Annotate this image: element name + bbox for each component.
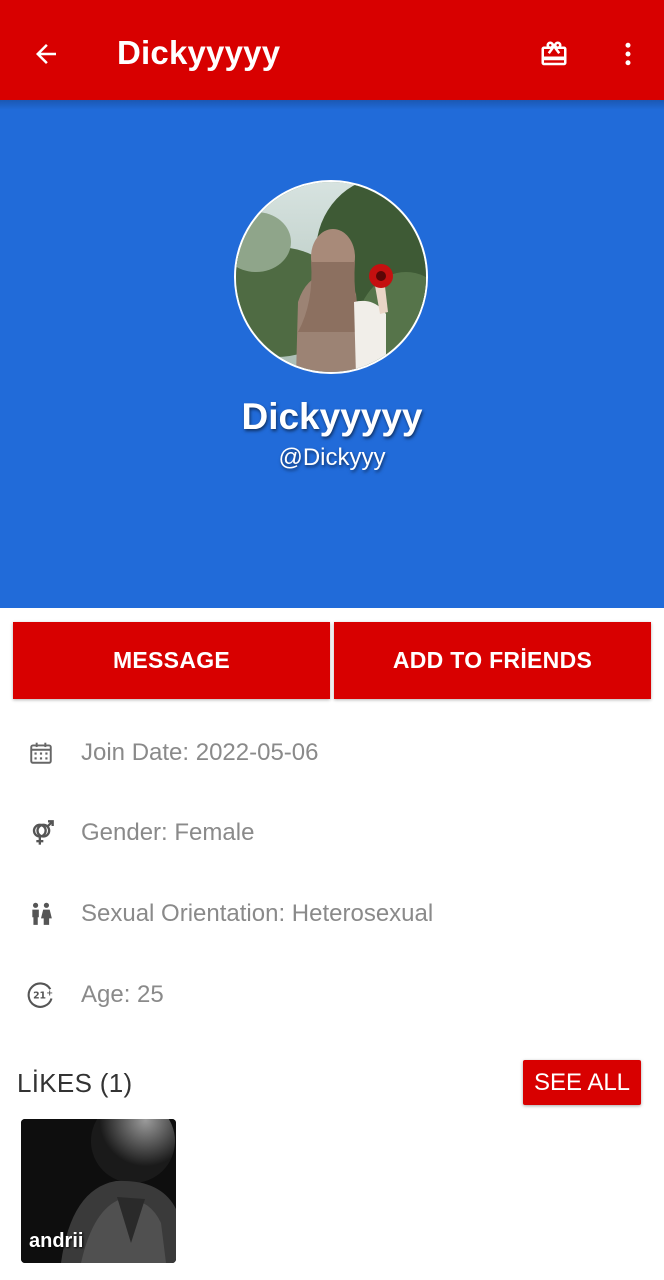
calendar-icon [26,738,56,768]
svg-text:21: 21 [33,991,46,1002]
gender-text: Gender: Female [81,819,255,846]
couple-icon [26,899,56,929]
arrow-left-icon [36,44,56,64]
message-button[interactable]: MESSAGE [13,622,330,699]
app-bar-title: Dickyyyyy [117,34,281,71]
more-options-button[interactable] [612,36,644,72]
more-vertical-icon [625,42,631,66]
likes-title: LİKES (1) [17,1068,133,1098]
add-to-friends-button[interactable]: ADD TO FRİENDS [334,622,651,699]
info-orientation: Sexual Orientation: Heterosexual [0,894,664,934]
profile-banner: Dickyyyyy @Dickyyy [0,100,664,608]
banner-shadow [0,100,664,110]
avatar-photo [236,182,426,372]
age-text: Age: 25 [81,981,164,1008]
like-item[interactable]: andrii [21,1119,176,1263]
gender-icon [26,818,56,848]
join-date-text: Join Date: 2022-05-06 [81,739,319,766]
like-item-name: andrii [29,1230,84,1252]
app-bar: Dickyyyyy [0,0,664,100]
info-join-date: Join Date: 2022-05-06 [0,733,664,773]
avatar[interactable] [234,180,428,374]
orientation-text: Sexual Orientation: Heterosexual [81,900,434,927]
gift-icon [541,41,567,66]
profile-name: Dickyyyyy [241,396,423,437]
info-gender: Gender: Female [0,813,664,853]
profile-handle: @Dickyyy [278,444,386,471]
back-button[interactable] [26,34,66,74]
gift-button[interactable] [536,36,572,72]
age-21-plus-icon: 21 + [26,980,56,1010]
see-all-button[interactable]: SEE ALL [523,1060,641,1105]
info-age: 21 + Age: 25 [0,975,664,1015]
svg-text:+: + [46,988,53,998]
